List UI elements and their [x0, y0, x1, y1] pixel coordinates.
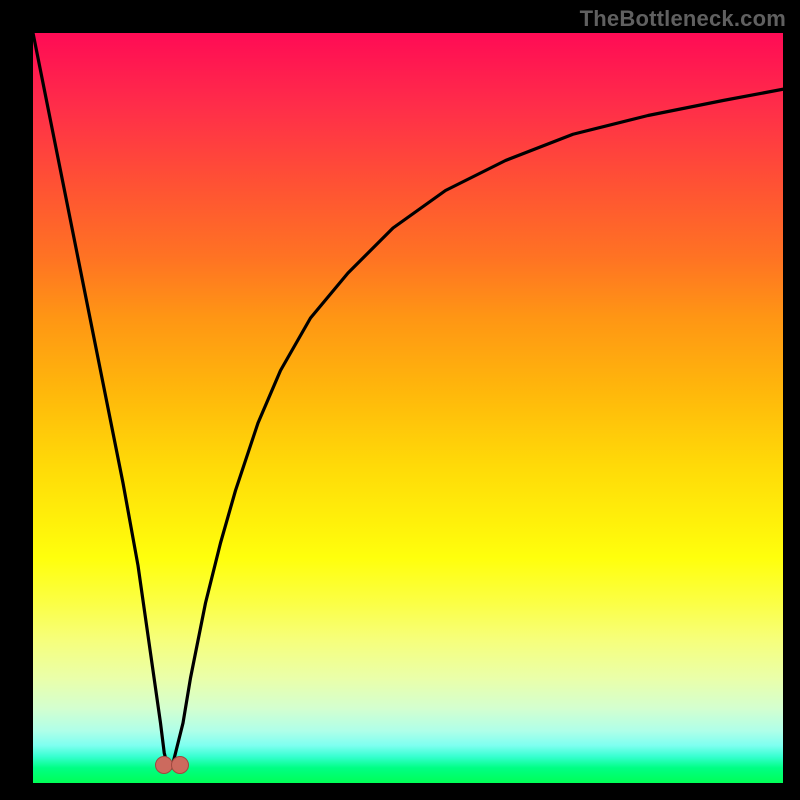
- plot-area: [33, 33, 783, 783]
- min-point-marker: [171, 756, 189, 774]
- chart-frame: TheBottleneck.com: [0, 0, 800, 800]
- min-point-markers: [33, 33, 783, 783]
- min-point-marker: [155, 756, 173, 774]
- watermark-text: TheBottleneck.com: [580, 6, 786, 32]
